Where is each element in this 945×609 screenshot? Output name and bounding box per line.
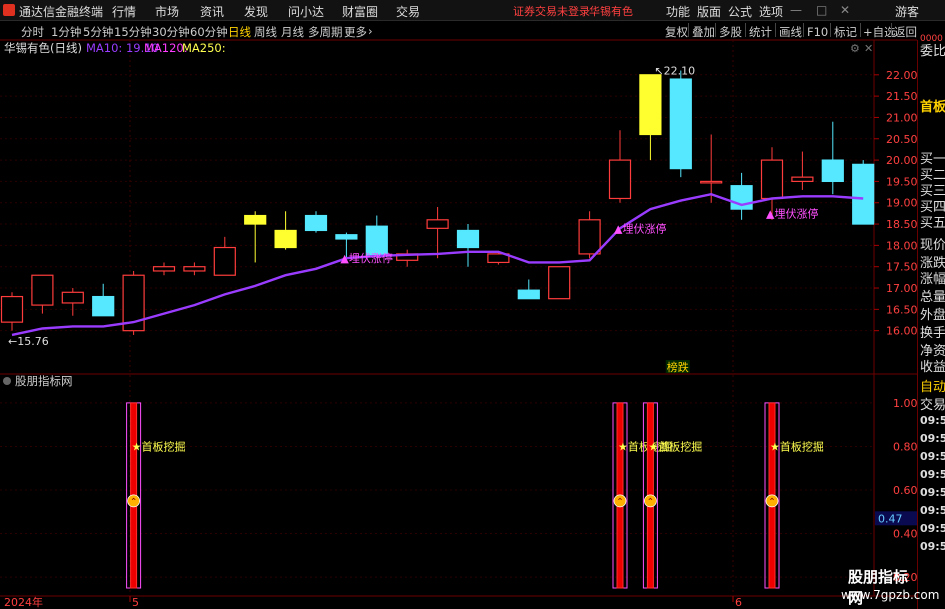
quote-panel-label: 09:58 xyxy=(920,450,945,463)
candle-body xyxy=(213,246,236,276)
time-axis-label: 2024年 xyxy=(4,595,43,609)
signal-arrow-glyph: ⌃ xyxy=(616,497,624,507)
candle-body xyxy=(304,214,328,232)
indicator-signals: ⌃★首板挖掘⌃★首板挖掘⌃★首板挖掘⌃★首板挖掘 xyxy=(126,402,824,589)
price-tick-label: 19.00 xyxy=(886,197,918,210)
candle-body xyxy=(456,229,480,249)
candle-body xyxy=(760,159,784,200)
indicator-axis-labels: 0.200.400.600.801.000.47 xyxy=(875,397,918,584)
quote-panel-label: 09:58 xyxy=(920,414,945,427)
quote-panel-label: 首板 xyxy=(920,100,945,115)
candle-body xyxy=(821,159,844,183)
price-tick-label: 20.50 xyxy=(886,133,918,146)
chart-stock-title: 华锡有色(日线) xyxy=(4,41,82,55)
low-price-marker: ←15.76 xyxy=(8,335,49,348)
price-tick-label: 16.50 xyxy=(886,303,918,316)
quote-panel-label: 09:58 xyxy=(920,432,945,445)
time-axis-label: 6 xyxy=(735,596,742,609)
watermark-url: www.7gpzb.com xyxy=(841,588,940,602)
quote-panel-label: 外盘 xyxy=(920,308,945,323)
pane-close-icon[interactable]: ✕ xyxy=(864,42,873,55)
indicator-title: 股朋指标网 xyxy=(15,374,73,388)
quote-panel-label: 换手 xyxy=(920,326,945,341)
candle-body xyxy=(517,289,540,300)
candle-body xyxy=(669,78,692,170)
quote-panel-label: 委比 xyxy=(920,44,945,59)
candles xyxy=(0,70,875,335)
candle-body xyxy=(791,176,814,183)
candle-body xyxy=(61,291,84,304)
price-tick-label: 18.50 xyxy=(886,218,918,231)
candle-body xyxy=(578,219,601,255)
candle-body xyxy=(639,74,662,136)
candle-body xyxy=(183,266,206,272)
quote-panel-label: 现价 xyxy=(920,238,945,253)
quote-panel-label: 09:58 xyxy=(920,504,945,517)
ambush-limitup-label: ▲埋伏涨停 xyxy=(614,221,666,235)
signal-label: ★首板挖掘 xyxy=(770,439,824,453)
settings-gear-icon[interactable]: ⚙ xyxy=(850,42,860,55)
price-tick-label: 19.50 xyxy=(886,175,918,188)
price-axis-labels: 16.00 16.50 17.00 17.50 18.00 18.50 19.00 19.50… xyxy=(874,69,918,338)
watermark: 股朋指标网 www.7gpzb.com xyxy=(840,566,939,609)
quote-panel-label: 09:58 xyxy=(920,468,945,481)
quote-panel-label: 涨幅 xyxy=(920,272,945,287)
ma250-label: MA250: xyxy=(182,41,226,55)
price-tick-label: 17.00 xyxy=(886,282,918,295)
candle-body xyxy=(31,274,54,306)
time-axis-label: 5 xyxy=(132,596,139,609)
signal-arrow-glyph: ⌃ xyxy=(130,497,138,507)
candle-body xyxy=(274,229,297,249)
price-tick-label: 20.00 xyxy=(886,154,918,167)
candle-body xyxy=(152,266,176,272)
signal-arrow-glyph: ⌃ xyxy=(768,497,776,507)
candle-body xyxy=(700,180,723,184)
candle-body xyxy=(548,266,571,300)
ambush-limitup-label: ▲埋伏涨停 xyxy=(766,206,818,220)
quote-panel-label: 收益 xyxy=(920,360,945,375)
signal-label: ★首板挖掘 xyxy=(648,439,702,453)
price-tick-label: 16.00 xyxy=(886,325,918,338)
indicator-tick-label: 0.60 xyxy=(893,484,918,497)
quote-panel-label: 总量 xyxy=(920,290,945,305)
ambush-limitup-label: ▲埋伏涨停 xyxy=(340,251,392,265)
quote-panel-label: 09:58 xyxy=(920,486,945,499)
quote-panel-label: 买五 xyxy=(920,216,945,231)
candle-body xyxy=(426,219,449,229)
signal-arrow-glyph: ⌃ xyxy=(647,497,655,507)
candle-body xyxy=(0,295,24,323)
candle-body xyxy=(92,295,115,317)
candle-body xyxy=(852,163,875,225)
price-tick-label: 22.00 xyxy=(886,69,918,82)
quote-panel: 0000 委比 首板 买一 买二 买三 买四 买五 现价 涨跌 涨幅 总量 外盘 换手 净资 收益 自动 交易 09… xyxy=(917,34,945,609)
kline-chart[interactable]: 2024年 5 6 华锡有色(日线) MA10: 19.10 MA120: MA25… xyxy=(0,0,945,609)
candle-body xyxy=(335,234,358,240)
price-tick-label: 18.00 xyxy=(886,239,918,252)
indicator-tick-label: 0.40 xyxy=(893,528,918,541)
indicator-tick-label: 0.80 xyxy=(893,440,918,453)
current-value-label: 0.47 xyxy=(878,512,903,525)
signal-label: ★首板挖掘 xyxy=(132,439,186,453)
candle-body xyxy=(244,214,267,225)
quote-panel-label: 交易 xyxy=(920,398,945,413)
price-tick-label: 17.50 xyxy=(886,261,918,274)
indicator-tick-label: 1.00 xyxy=(893,397,918,410)
limit-down-label: 榜跌 xyxy=(667,360,689,374)
candle-body xyxy=(608,159,632,200)
indicator-collapse-icon[interactable] xyxy=(3,377,11,385)
quote-panel-label: 09:58 xyxy=(920,522,945,535)
high-price-marker: ↖22.10 xyxy=(654,65,695,78)
price-tick-label: 21.00 xyxy=(886,111,918,124)
quote-panel-label: 09:58 xyxy=(920,540,945,553)
price-tick-label: 21.50 xyxy=(886,90,918,103)
quote-panel-label: 自动 xyxy=(920,380,945,395)
